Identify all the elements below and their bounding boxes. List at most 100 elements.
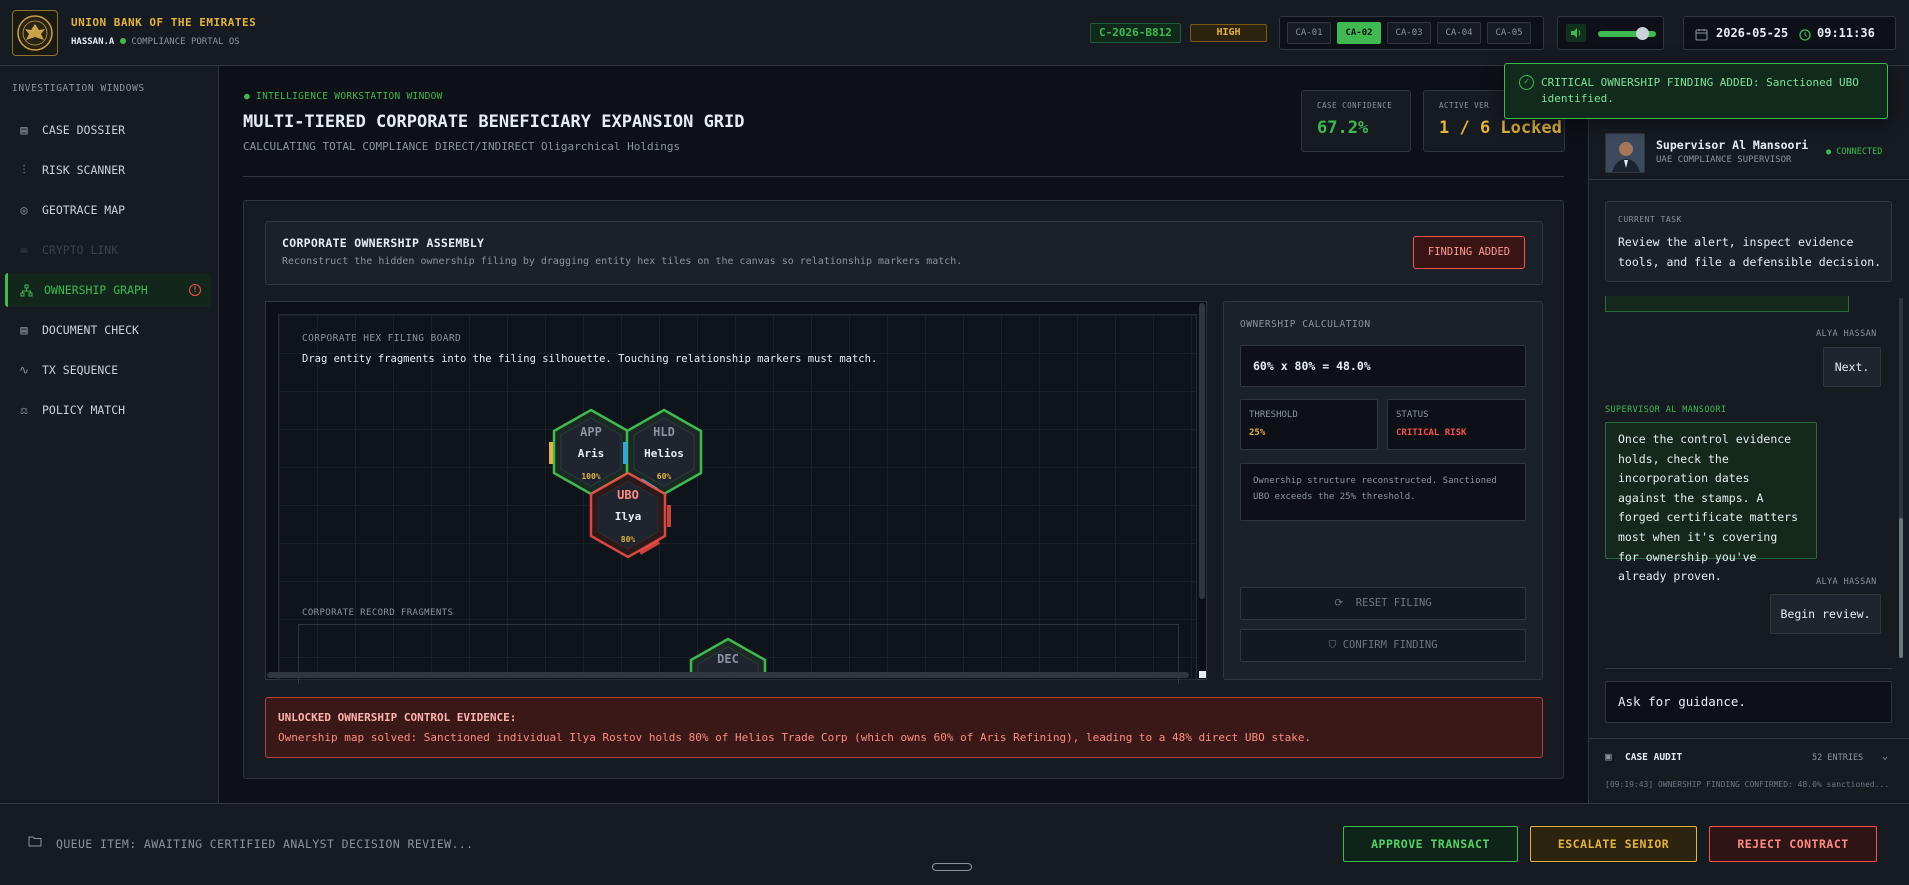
hex-tile-dec[interactable]: DEC [685,636,771,676]
tab-ca-05[interactable]: CA-05 [1487,22,1531,44]
chevron-down-icon[interactable]: ⌄ [1882,751,1888,762]
task-text: Review the alert, inspect evidence tools… [1618,235,1882,269]
time-text: 09:11:36 [1817,26,1875,40]
bank-name: UNION BANK OF THE EMIRATES [71,16,257,29]
connection-status-text: CONNECTED [1836,147,1883,157]
folder-icon [28,835,42,850]
reject-button[interactable]: REJECT CONTRACT [1709,826,1877,862]
sidebar-item-policy-match[interactable]: ⚖ POLICY MATCH [6,393,211,427]
compass-icon: ◎ [20,203,28,217]
clock-icon [1799,18,1811,50]
tab-ca-02[interactable]: CA-02 [1337,22,1381,44]
clipboard-icon: ▣ [1605,750,1612,763]
sidebar-item-label: OWNERSHIP GRAPH [44,283,148,297]
tab-ca-04[interactable]: CA-04 [1437,22,1481,44]
assembly-subtitle: Reconstruct the hidden ownership filing … [282,256,963,267]
hex-code: DEC [717,652,739,666]
sidebar-item-risk-scanner[interactable]: ⫶ RISK SCANNER [6,153,211,187]
chat-message-partial [1605,296,1849,312]
hex-code: UBO [617,488,639,502]
sidebar-item-tx-sequence[interactable]: ∿ TX SEQUENCE [6,353,211,387]
chat-message-supervisor: Once the control evidence holds, check t… [1605,422,1817,583]
header-divider [243,176,1564,177]
calculation-note: Ownership structure reconstructed. Sanct… [1240,463,1526,521]
audit-title[interactable]: CASE AUDIT [1625,752,1682,763]
audit-count: 52 ENTRIES [1812,753,1864,763]
chat-scrollbar-thumb[interactable] [1899,518,1903,658]
resize-corner[interactable] [1199,671,1206,678]
hex-pct: 80% [621,535,636,544]
chat-author: ALYA HASSAN [1816,577,1877,587]
sidebar-item-label: GEOTRACE MAP [42,203,126,217]
hex-pct: 60% [657,472,672,481]
status-label: STATUS [1396,410,1429,420]
stat-label: ACTIVE VER [1439,101,1490,110]
status-card: STATUS CRITICAL RISK [1387,399,1526,450]
hex-name: Helios [644,447,684,460]
speaker-icon[interactable] [1566,24,1586,42]
board-subtitle: Drag entity fragments into the filing si… [302,353,878,365]
queue-status: QUEUE ITEM: AWAITING CERTIFIED ANALYST D… [56,837,474,851]
evidence-banner: UNLOCKED OWNERSHIP CONTROL EVIDENCE: Own… [265,697,1543,758]
sidebar-item-geotrace-map[interactable]: ◎ GEOTRACE MAP [6,193,211,227]
hex-code: HLD [653,425,675,439]
case-confidence-card: CASE CONFIDENCE 67.2% [1301,90,1411,152]
refresh-icon: ⟳ [1334,597,1344,609]
tab-ca-01[interactable]: CA-01 [1287,22,1331,44]
evidence-body: Ownership map solved: Sanctioned individ… [278,731,1312,744]
tab-ca-03[interactable]: CA-03 [1387,22,1431,44]
current-task-card: CURRENT TASK Review the alert, inspect e… [1605,201,1892,282]
hex-name: Ilya [615,510,642,523]
status-value: CRITICAL RISK [1396,428,1467,438]
chat-author: SUPERVISOR AL MANSOORI [1605,405,1727,415]
board-scrollbar-vertical[interactable] [1199,303,1205,599]
activity-icon: ∿ [18,363,30,377]
calendar-icon [1695,18,1708,50]
supervisor-role: UAE COMPLIANCE SUPERVISOR [1656,155,1792,165]
stat-value: 1 / 6 Locked [1439,118,1562,138]
document-icon: ▤ [20,123,28,137]
portal-name: COMPLIANCE PORTAL OS [131,37,240,47]
user-status: HASSAN.A COMPLIANCE PORTAL OS [71,37,240,47]
supervisor-avatar [1605,133,1645,173]
fragments-title: CORPORATE RECORD FRAGMENTS [302,608,454,618]
sidebar-item-label: POLICY MATCH [42,403,126,417]
case-tabs: CA-01 CA-02 CA-03 CA-04 CA-05 [1279,16,1544,50]
approve-button[interactable]: APPROVE TRANSACT [1343,826,1518,862]
volume-slider-handle[interactable] [1635,27,1649,40]
sidebar-item-ownership-graph[interactable]: OWNERSHIP GRAPH ! [5,273,211,307]
workstation-tag-text: INTELLIGENCE WORKSTATION WINDOW [256,91,443,102]
page-title: MULTI-TIERED CORPORATE BENEFICIARY EXPAN… [243,112,745,132]
divider [1588,738,1909,739]
network-icon [18,273,34,307]
sidebar-item-case-dossier[interactable]: ▤ CASE DOSSIER [6,113,211,147]
alert-icon: ! [189,284,201,296]
document-icon: ▤ [20,323,28,337]
sidebar-item-label: RISK SCANNER [42,163,126,177]
reset-filing-label: RESET FILING [1355,597,1432,609]
board-scrollbar-horizontal[interactable] [267,672,1189,678]
audit-entry: [09:19:43] OWNERSHIP FINDING CONFIRMED: … [1605,780,1890,789]
sidebar: INVESTIGATION WINDOWS ▤ CASE DOSSIER ⫶ RIS… [0,66,219,803]
shield-icon: ⛉ [1328,639,1337,651]
escalate-button[interactable]: ESCALATE SENIOR [1530,826,1697,862]
hex-name: Aris [578,447,605,460]
hex-pct: 100% [581,472,600,481]
reset-filing-button[interactable]: ⟳ RESET FILING [1240,587,1526,620]
sidebar-item-label: CRYPTO LINK [42,243,119,257]
bank-seal-logo [12,10,58,56]
sidebar-item-document-check[interactable]: ▤ DOCUMENT CHECK [6,313,211,347]
top-bar: UNION BANK OF THE EMIRATES HASSAN.A COMPL… [0,0,1909,66]
user-name: HASSAN.A [71,37,115,47]
evidence-heading: UNLOCKED OWNERSHIP CONTROL EVIDENCE: [278,711,517,724]
confirm-finding-button[interactable]: ⛉ CONFIRM FINDING [1240,629,1526,662]
chat-message-user: Begin review. [1770,594,1881,634]
sidebar-item-crypto-link: ∞ CRYPTO LINK [6,233,211,267]
drawer-handle[interactable] [932,863,972,871]
finding-toast[interactable]: ✓ CRITICAL OWNERSHIP FINDING ADDED: Sanc… [1504,63,1888,119]
sidebar-title: INVESTIGATION WINDOWS [12,83,145,94]
relationship-marker [667,505,671,527]
finding-added-button[interactable]: FINDING ADDED [1413,236,1525,269]
volume-control [1557,16,1664,50]
guidance-input[interactable]: Ask for guidance. [1605,681,1892,723]
